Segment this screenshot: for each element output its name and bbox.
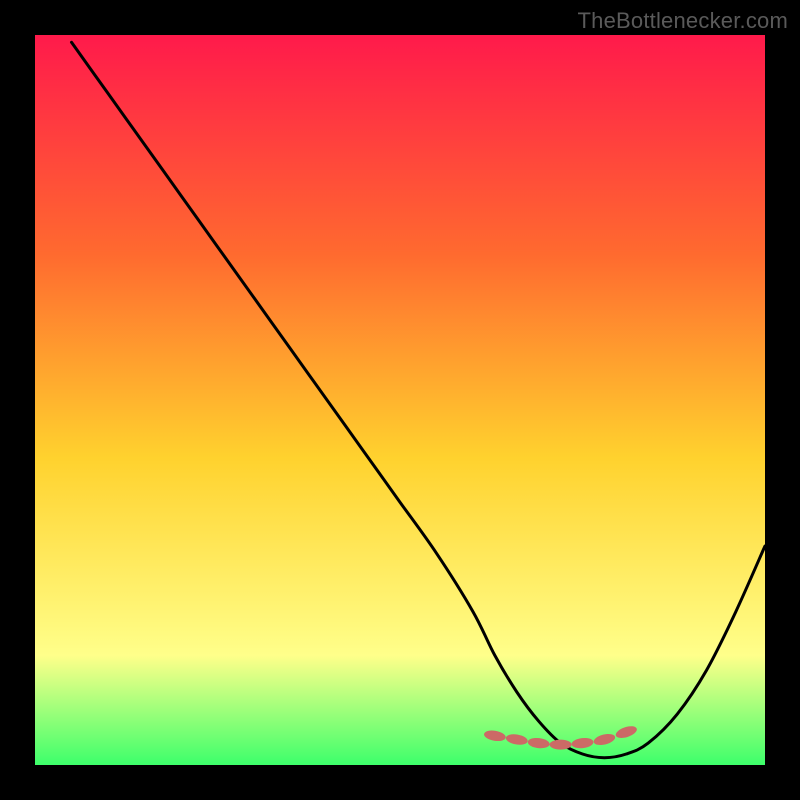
plot-area bbox=[35, 35, 765, 765]
bottleneck-chart bbox=[35, 35, 765, 765]
highlight-marker bbox=[550, 740, 572, 750]
chart-container: TheBottlenecker.com bbox=[0, 0, 800, 800]
source-attribution: TheBottlenecker.com bbox=[578, 8, 788, 34]
